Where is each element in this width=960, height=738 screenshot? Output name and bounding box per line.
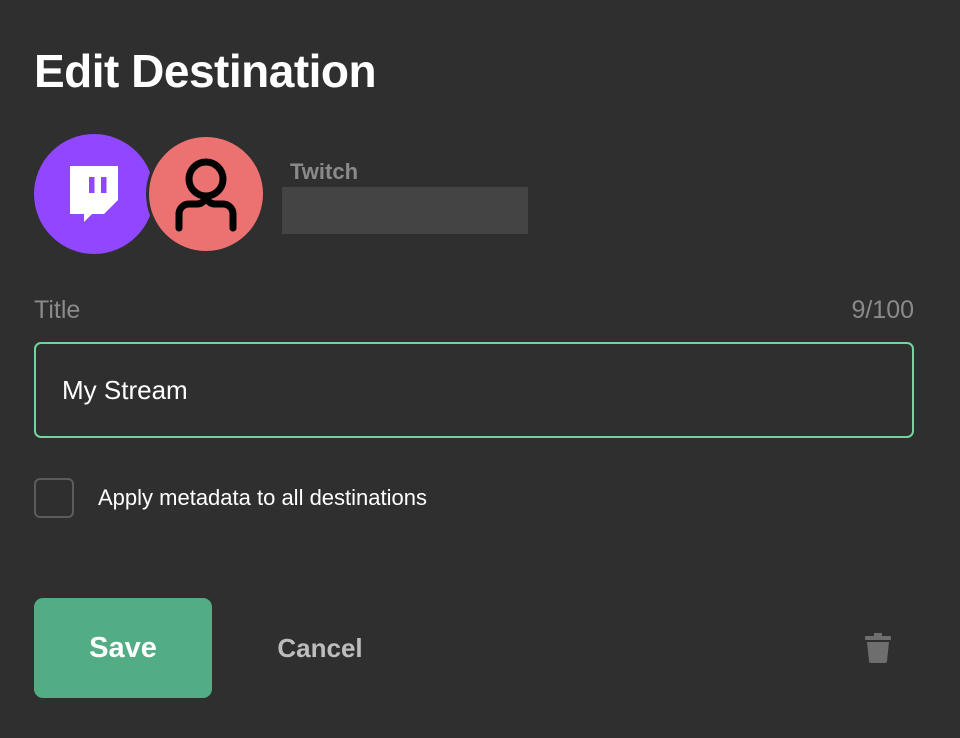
apply-metadata-checkbox[interactable] [34,478,74,518]
delete-destination-button[interactable] [858,626,898,670]
account-name-placeholder [282,187,528,234]
platform-name: Twitch [290,159,359,184]
title-character-counter: 9/100 [851,296,914,324]
title-input[interactable] [34,342,914,438]
cancel-button[interactable]: Cancel [258,620,382,676]
save-button[interactable]: Save [34,598,212,698]
trash-icon [865,633,891,663]
user-avatar-icon [146,134,266,254]
apply-metadata-label[interactable]: Apply metadata to all destinations [98,485,427,511]
title-label: Title [34,296,81,324]
edit-destination-dialog: Edit Destination Twitch Title 9/100 Appl… [0,0,960,738]
dialog-title: Edit Destination [34,45,377,97]
twitch-logo-icon [34,134,154,254]
